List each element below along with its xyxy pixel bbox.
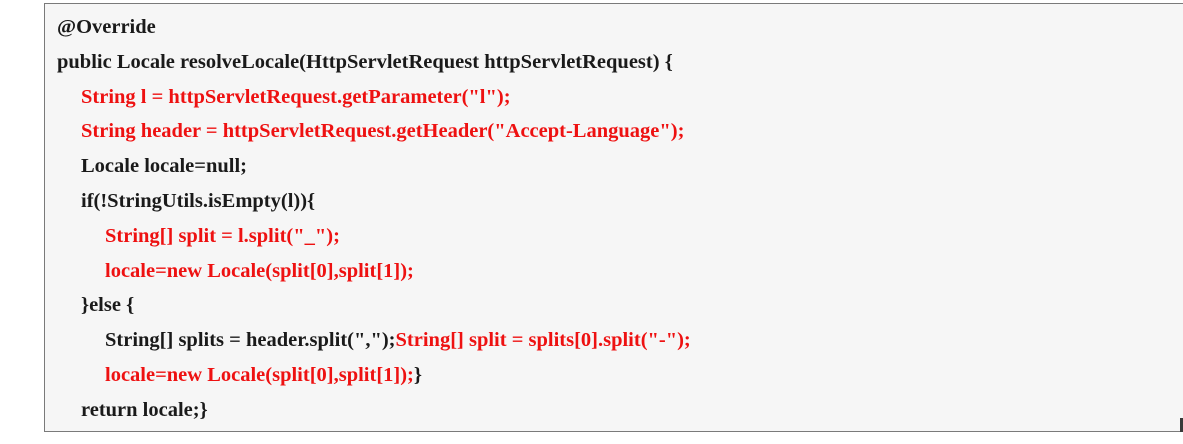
code-new-locale-else: locale=new Locale(split[0],split[1]); — [105, 363, 414, 386]
code-block: @Override public Locale resolveLocale(Ht… — [44, 3, 1183, 432]
code-line-new-locale-else: locale=new Locale(split[0],split[1]);} — [57, 362, 691, 397]
code-lines: @Override public Locale resolveLocale(Ht… — [57, 14, 691, 432]
code-line-method-signature: public Locale resolveLocale(HttpServletR… — [57, 50, 673, 73]
code-line-splits: String[] splits = header.split(",");Stri… — [57, 327, 691, 362]
code-line-override: @Override — [57, 16, 156, 38]
code-splits-header: String[] splits = header.split(","); — [105, 329, 396, 352]
code-line-locale-null: Locale locale=null; — [81, 155, 247, 178]
code-line-return: return locale;} — [81, 398, 208, 421]
code-line-get-parameter: String l = httpServletRequest.getParamet… — [81, 85, 511, 108]
code-line-else: }else { — [81, 294, 135, 317]
code-splits-dash: String[] split = splits[0].split("-"); — [395, 329, 691, 352]
code-closing-brace: } — [413, 363, 422, 386]
code-line-new-locale: locale=new Locale(split[0],split[1]); — [105, 259, 414, 282]
code-line-get-header: String header = httpServletRequest.getHe… — [81, 120, 685, 143]
code-line-if: if(!StringUtils.isEmpty(l)){ — [81, 189, 316, 212]
code-line-split: String[] split = l.split("_"); — [105, 224, 340, 247]
